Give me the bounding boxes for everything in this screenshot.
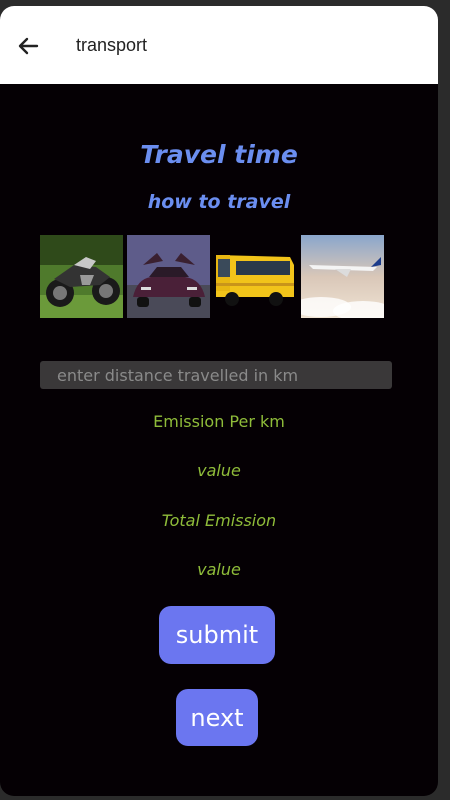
emission-per-km-value: value bbox=[197, 461, 241, 480]
travel-time-heading: Travel time bbox=[140, 140, 298, 169]
airplane-option[interactable] bbox=[301, 235, 384, 318]
car-option[interactable] bbox=[127, 235, 210, 318]
app-window: transport Travel time how to travel ente… bbox=[0, 6, 438, 796]
emission-per-km-label: Emission Per km bbox=[153, 412, 285, 431]
motorcycle-image bbox=[40, 235, 123, 318]
bus-option[interactable] bbox=[214, 235, 297, 318]
total-emission-value: value bbox=[197, 560, 241, 579]
next-button[interactable]: next bbox=[176, 689, 258, 746]
page-title: transport bbox=[76, 35, 148, 55]
car-image bbox=[127, 235, 210, 318]
transport-options bbox=[40, 235, 384, 318]
motorcycle-option[interactable] bbox=[40, 235, 123, 318]
back-arrow-icon[interactable] bbox=[14, 32, 42, 60]
app-bar: transport bbox=[0, 6, 438, 84]
submit-button[interactable]: submit bbox=[159, 606, 275, 664]
total-emission-label: Total Emission bbox=[161, 511, 277, 530]
distance-input[interactable] bbox=[40, 361, 392, 389]
how-to-travel-subheading: how to travel bbox=[147, 191, 291, 213]
bus-image bbox=[214, 235, 297, 318]
airplane-image bbox=[301, 235, 384, 318]
